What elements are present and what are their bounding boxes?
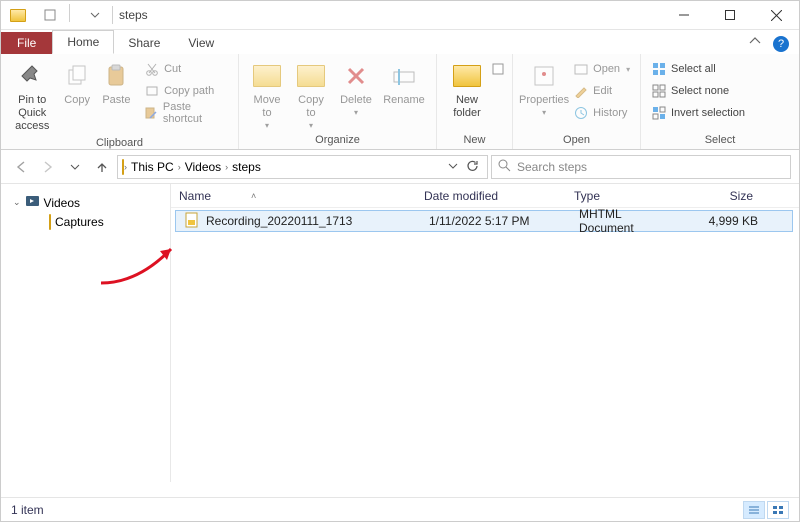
tree-item-videos[interactable]: ⌄ Videos <box>5 192 166 213</box>
minimize-button[interactable] <box>661 1 707 29</box>
close-button[interactable] <box>753 1 799 29</box>
details-view-button[interactable] <box>743 501 765 519</box>
search-placeholder: Search steps <box>517 160 587 174</box>
tab-share[interactable]: Share <box>114 32 174 54</box>
chevron-down-icon: ▾ <box>265 121 269 130</box>
qat-properties-icon[interactable] <box>39 4 61 26</box>
breadcrumb-segment[interactable]: This PC <box>127 160 178 174</box>
pin-icon <box>16 60 48 92</box>
folder-icon <box>122 160 124 174</box>
copy-icon <box>61 60 93 92</box>
ribbon-group-clipboard-label: Clipboard <box>1 137 238 152</box>
chevron-down-icon: ▾ <box>354 108 358 117</box>
tab-file[interactable]: File <box>1 32 52 54</box>
open-icon <box>573 61 589 77</box>
window-title: steps <box>119 8 148 22</box>
thumbnails-view-button[interactable] <box>767 501 789 519</box>
history-icon <box>573 105 589 121</box>
search-input[interactable]: Search steps <box>491 155 791 179</box>
history-button[interactable]: History <box>569 102 634 124</box>
edit-button[interactable]: Edit <box>569 80 634 102</box>
rename-button[interactable]: Rename <box>379 58 429 107</box>
forward-button[interactable] <box>36 155 60 179</box>
new-folder-button[interactable]: New folder <box>443 58 491 120</box>
cut-icon <box>144 61 160 77</box>
new-item-icon[interactable] <box>491 62 505 79</box>
chevron-down-icon: ▾ <box>542 108 546 117</box>
copy-to-button[interactable]: Copy to ▾ <box>289 58 333 130</box>
videos-icon <box>25 194 40 211</box>
ribbon-group-new-label: New <box>437 134 512 149</box>
ribbon-group-organize-label: Organize <box>239 134 436 149</box>
copy-to-icon <box>295 60 327 92</box>
qat-dropdown-icon[interactable] <box>84 4 106 26</box>
file-list[interactable]: Name ˄ Date modified Type Size Recording… <box>171 184 799 482</box>
separator <box>112 6 113 24</box>
address-bar[interactable]: › This PC › Videos › steps <box>117 155 488 179</box>
cut-button[interactable]: Cut <box>140 58 232 80</box>
move-to-button[interactable]: Move to ▾ <box>245 58 289 130</box>
move-to-icon <box>251 60 283 92</box>
separator <box>69 4 70 22</box>
tree-item-captures[interactable]: Captures <box>5 213 166 231</box>
folder-icon <box>49 215 51 229</box>
recent-locations-button[interactable] <box>63 155 87 179</box>
column-header-size[interactable]: Size <box>676 189 761 203</box>
properties-button[interactable]: Properties ▾ <box>519 58 569 117</box>
mhtml-file-icon <box>184 212 200 231</box>
copy-path-button[interactable]: Copy path <box>140 80 232 102</box>
select-none-icon <box>651 83 667 99</box>
back-button[interactable] <box>9 155 33 179</box>
new-folder-icon <box>451 60 483 92</box>
status-item-count: 1 item <box>11 503 44 517</box>
tab-view[interactable]: View <box>174 32 228 54</box>
delete-button[interactable]: Delete ▾ <box>333 58 379 117</box>
chevron-down-icon: ▾ <box>309 121 313 130</box>
select-none-button[interactable]: Select none <box>647 80 749 102</box>
properties-icon <box>528 60 560 92</box>
invert-selection-icon <box>651 105 667 121</box>
paste-shortcut-button[interactable]: Paste shortcut <box>140 102 232 124</box>
invert-selection-button[interactable]: Invert selection <box>647 102 749 124</box>
copy-path-icon <box>144 83 160 99</box>
delete-icon <box>340 60 372 92</box>
search-icon <box>498 159 511 175</box>
pin-to-quick-access-button[interactable]: Pin to Quick access <box>7 58 58 133</box>
collapse-ribbon-button[interactable] <box>741 31 769 54</box>
paste-icon <box>100 60 132 92</box>
chevron-down-icon: ▾ <box>626 65 630 74</box>
sort-asc-icon: ˄ <box>251 191 256 201</box>
address-dropdown-button[interactable] <box>448 160 458 174</box>
ribbon-group-select-label: Select <box>641 134 799 149</box>
help-button[interactable]: ? <box>773 36 789 52</box>
refresh-button[interactable] <box>466 159 479 175</box>
paste-button[interactable]: Paste <box>97 58 136 107</box>
select-all-icon <box>651 61 667 77</box>
expand-icon[interactable]: ⌄ <box>13 197 21 208</box>
edit-icon <box>573 83 589 99</box>
column-header-type[interactable]: Type <box>566 189 676 203</box>
column-header-date[interactable]: Date modified <box>416 189 566 203</box>
tab-home[interactable]: Home <box>52 30 114 54</box>
up-button[interactable] <box>90 155 114 179</box>
file-row[interactable]: Recording_20220111_1713 1/11/2022 5:17 P… <box>175 210 793 232</box>
maximize-button[interactable] <box>707 1 753 29</box>
paste-shortcut-icon <box>144 105 159 121</box>
navigation-tree[interactable]: ⌄ Videos Captures <box>1 184 171 482</box>
breadcrumb-segment[interactable]: steps <box>228 160 265 174</box>
open-button[interactable]: Open ▾ <box>569 58 634 80</box>
ribbon-group-open-label: Open <box>513 134 640 149</box>
column-header-name[interactable]: Name ˄ <box>171 189 416 203</box>
copy-button[interactable]: Copy <box>58 58 97 107</box>
folder-icon <box>7 4 29 26</box>
breadcrumb-segment[interactable]: Videos <box>181 160 225 174</box>
rename-icon <box>388 60 420 92</box>
select-all-button[interactable]: Select all <box>647 58 749 80</box>
